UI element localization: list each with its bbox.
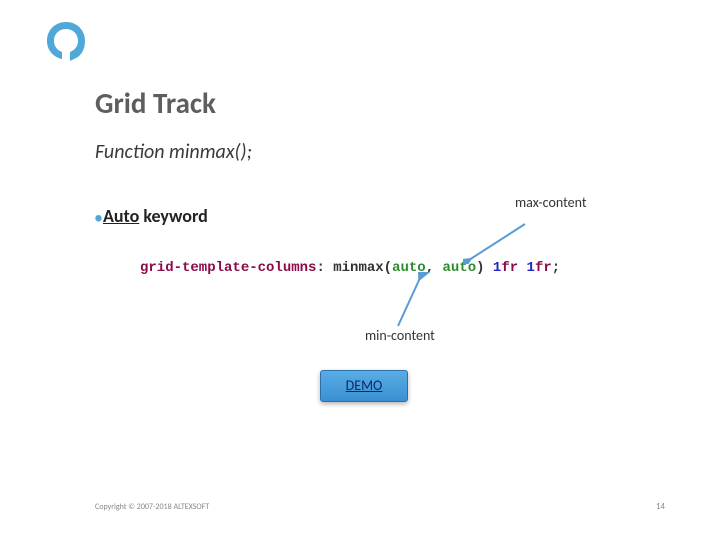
demo-button[interactable]: DEMO [320, 370, 408, 402]
bullet-icon: • [94, 207, 103, 229]
arrow-min-icon [390, 272, 440, 330]
bullet-keyword: Auto [103, 205, 139, 227]
annotation-max-content: max-content [515, 195, 595, 211]
copyright-text: Copyright © 2007-2018 ALTEXSOFT [95, 502, 209, 512]
page-number: 14 [656, 501, 665, 512]
svg-text:S: S [61, 34, 72, 51]
slide-title: Grid Track [95, 85, 216, 121]
bullet-text: keyword [139, 205, 208, 227]
slide-subtitle: Function minmax(); [95, 140, 252, 164]
arrow-max-icon [463, 222, 533, 264]
bullet-auto-keyword: •Auto keyword [94, 205, 208, 229]
code-property: grid-template-columns [140, 260, 316, 276]
company-logo: S [45, 20, 87, 67]
code-function: minmax [333, 260, 383, 276]
slide: S Grid Track Function minmax(); •Auto ke… [0, 0, 720, 540]
